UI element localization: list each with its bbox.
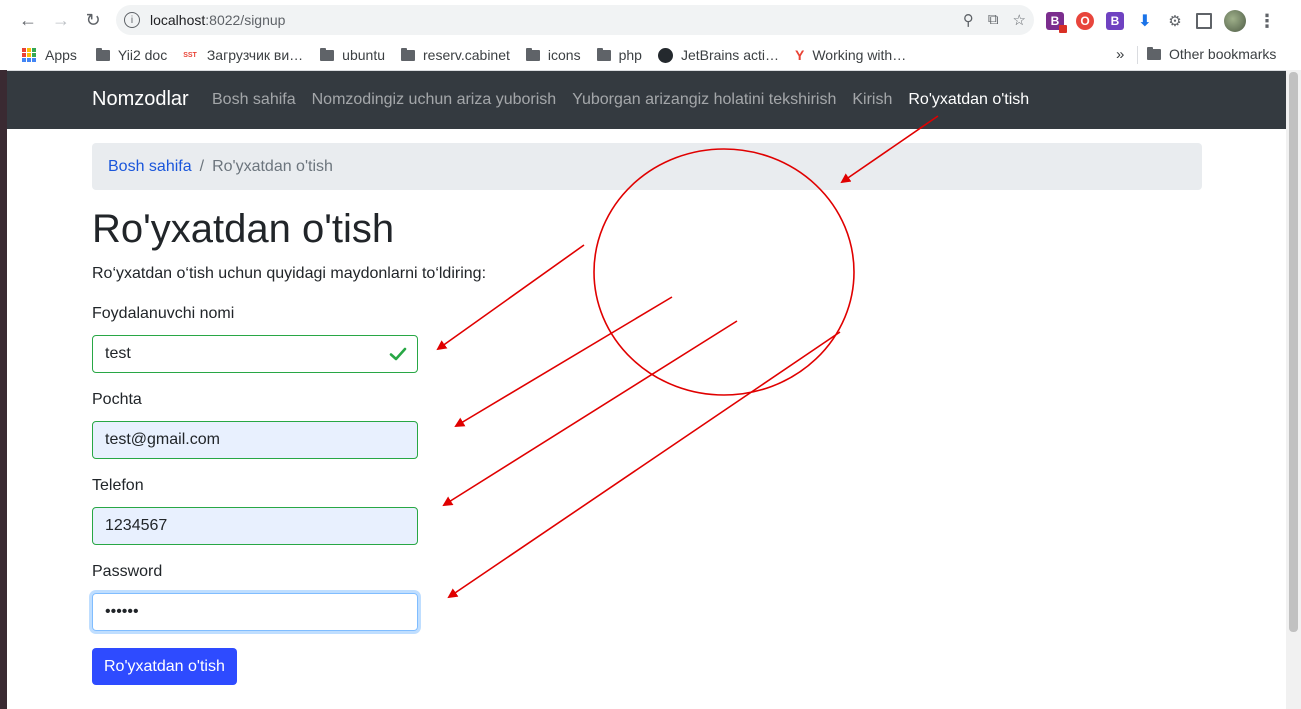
bookmarks-overflow-chevron[interactable]: » [1116,46,1124,63]
download-icon[interactable]: ⬇ [1136,12,1154,30]
bookmark-reserv-cabinet[interactable]: reserv.cabinet [401,47,510,63]
extension-b2-icon[interactable]: B [1106,12,1124,30]
breadcrumb: Bosh sahifa / Ro'yxatdan o'tish [92,143,1202,190]
folder-icon [95,47,110,61]
sidepanel-icon[interactable] [1196,13,1212,29]
bookmarks-divider [1137,46,1138,64]
address-url[interactable]: localhost:8022/signup [150,12,285,28]
email-input[interactable]: test@gmail.com [92,421,418,459]
url-path: :8022/signup [205,12,286,28]
github-icon [657,47,673,63]
breadcrumb-home-link[interactable]: Bosh sahifa [108,158,192,176]
scrollbar-thumb[interactable] [1289,72,1298,632]
password-input[interactable]: •••••• [92,593,418,631]
site-info-icon[interactable]: i [124,12,140,28]
page-scrollbar[interactable] [1286,70,1301,709]
email-value: test@gmail.com [105,431,220,448]
key-icon[interactable]: ⚲ [963,11,974,29]
menu-kebab-icon[interactable]: ⋮ [1258,11,1276,32]
password-label: Password [92,563,163,580]
bookmark-other-bookmarks[interactable]: Other bookmarks [1147,46,1276,62]
annotation-arrow-email [454,296,673,428]
email-label: Pochta [92,391,142,408]
bookmark-jetbrains[interactable]: JetBrains acti… [657,47,779,63]
folder-icon [320,47,335,61]
annotation-arrow-username [436,244,585,351]
profile-avatar[interactable] [1224,10,1246,32]
username-value: test [105,345,131,362]
share-icon[interactable]: ⧉ [988,11,999,29]
yii-icon: Y [795,47,805,63]
browser-toolbar: ← → ↻ i localhost:8022/signup ⚲ ⧉ ☆ B O … [0,0,1301,40]
annotation-arrow-phone [442,320,738,507]
phone-input[interactable]: 1234567 [92,507,418,545]
bookmark-php[interactable]: php [596,47,642,63]
reload-icon[interactable]: ↻ [81,8,105,32]
bookmark-icons[interactable]: icons [525,47,581,63]
address-bar[interactable]: i localhost:8022/signup ⚲ ⧉ ☆ [116,5,1034,35]
nav-link-home[interactable]: Bosh sahifa [212,91,296,109]
bookmark-working-with[interactable]: Y Working with… [795,47,906,63]
signup-submit-button[interactable]: Ro'yxatdan o'tish [92,648,237,685]
navbar-brand[interactable]: Nomzodlar [92,88,189,111]
bookmark-downloader[interactable]: SST Загрузчик ви… [183,47,303,63]
extension-o-icon[interactable]: O [1076,12,1094,30]
nav-link-login[interactable]: Kirish [852,91,892,109]
nav-link-signup[interactable]: Ro'yxatdan o'tish [908,91,1029,109]
puzzle-extensions-icon[interactable]: ⚙ [1166,12,1184,30]
site-navbar: Nomzodlar Bosh sahifa Nomzodingiz uchun … [7,71,1286,129]
username-input[interactable]: test [92,335,418,373]
page-lead: Ro‘yxatdan o‘tish uchun quyidagi maydonl… [92,265,487,282]
url-host: localhost [150,12,206,28]
back-arrow-icon[interactable]: ← [16,8,40,32]
folder-icon [401,47,415,61]
folder-icon [596,47,611,61]
sst-icon: SST [183,51,197,59]
bookmark-yii2-doc[interactable]: Yii2 doc [95,47,167,63]
valid-check-icon [389,347,407,361]
nav-link-check-status[interactable]: Yuborgan arizangiz holatini tekshirish [572,91,836,109]
page-title: Ro'yxatdan o'tish [92,207,395,251]
bookmark-apps[interactable]: Apps [22,47,77,63]
username-label: Foydalanuvchi nomi [92,305,235,322]
phone-label: Telefon [92,477,144,494]
annotation-arrow-password [447,331,841,599]
nav-link-submit-application[interactable]: Nomzodingiz uchun ariza yuborish [312,91,557,109]
star-icon[interactable]: ☆ [1013,11,1026,29]
breadcrumb-current: Ro'yxatdan o'tish [212,157,333,175]
extension-b-icon[interactable]: B [1046,12,1067,33]
bookmarks-bar: Apps Yii2 doc SST Загрузчик ви… ubuntu r… [0,40,1301,71]
bookmark-ubuntu[interactable]: ubuntu [320,47,385,63]
forward-arrow-icon[interactable]: → [49,8,73,32]
breadcrumb-separator: / [199,157,205,175]
folder-icon [1147,46,1161,60]
phone-value: 1234567 [105,517,168,534]
apps-grid-icon [22,48,36,62]
folder-icon [525,47,540,61]
window-edge [0,70,7,709]
navbar-links: Bosh sahifa Nomzodingiz uchun ariza yubo… [212,91,1045,109]
password-value: •••••• [105,603,139,620]
